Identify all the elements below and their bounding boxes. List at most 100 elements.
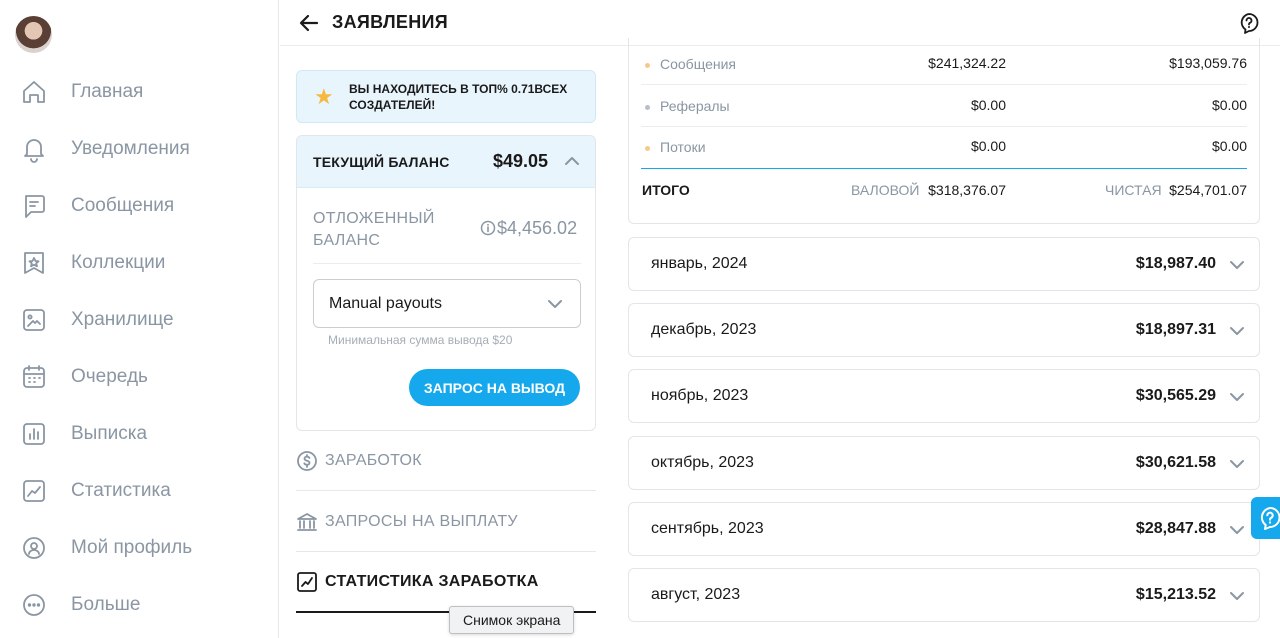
withdraw-request-button[interactable]: ЗАПРОС НА ВЫВОД [409,369,580,406]
chevron-down-icon[interactable] [1228,388,1246,406]
dollar-icon [296,450,318,472]
month-name: ноябрь, 2023 [651,387,749,404]
profile-icon [20,534,48,562]
summary-row-net: $0.00 [1211,97,1247,113]
line-chart-icon [296,571,318,593]
month-name: август, 2023 [651,586,741,603]
sidebar-item-queue[interactable]: Очередь [0,348,279,405]
more-icon [20,591,48,619]
summary-row-gross: $241,324.22 [928,55,1006,71]
summary-row-name: Сообщения [660,56,736,72]
top-creator-badge: ★ ВЫ НАХОДИТЕСЬ В ТОП% 0.71ВСЕХ СОЗДАТЕЛ… [296,70,596,123]
month-row[interactable]: ноябрь, 2023 $30,565.29 [628,369,1260,423]
payout-requests-label: ЗАПРОСЫ НА ВЫПЛАТУ [325,512,518,530]
earnings-stats-label: СТАТИСТИКА ЗАРАБОТКА [325,573,539,590]
month-amount: $30,621.58 [1135,454,1216,471]
pending-balance-value: $4,456.02 [497,218,578,238]
payout-requests-link[interactable]: ЗАПРОСЫ НА ВЫПЛАТУ [296,492,596,552]
sidebar-item-label: Главная [71,80,144,102]
summary-row: Сообщения $241,324.22 $193,059.76 [641,44,1247,85]
earnings-label: ЗАРАБОТОК [325,451,422,469]
sidebar-item-home[interactable]: Главная [0,63,279,120]
sidebar-item-label: Сообщения [71,194,175,216]
sidebar-item-profile[interactable]: Мой профиль [0,519,279,576]
sidebar-item-notifications[interactable]: Уведомления [0,120,279,177]
summary-total-row: ИТОГО ВАЛОВОЙ $318,376.07 ЧИСТАЯ $254,70… [641,168,1247,208]
payout-mode-select[interactable]: Manual payouts [313,279,581,328]
sidebar: Главная Уведомления Сообщения Коллекции … [0,0,279,638]
bell-icon [20,135,48,163]
divider [313,263,581,264]
month-row[interactable]: август, 2023 $15,213.52 [628,568,1260,622]
help-icon[interactable] [1238,12,1260,34]
screenshot-tooltip: Снимок экрана [449,606,575,634]
month-row[interactable]: октябрь, 2023 $30,621.58 [628,436,1260,490]
month-name: октябрь, 2023 [651,454,754,471]
balance-card: ТЕКУЩИЙ БАЛАНС $49.05 ОТЛОЖЕННЫЙ БАЛАНС … [296,135,596,431]
message-icon [20,192,48,220]
month-amount: $18,987.40 [1135,255,1216,272]
sidebar-item-label: Коллекции [71,251,166,273]
sidebar-item-statements[interactable]: Выписка [0,405,279,462]
summary-row-name: Потоки [660,139,706,155]
summary-row: Рефералы $0.00 $0.00 [641,86,1247,127]
row-dot [645,105,650,110]
calendar-icon [20,363,48,391]
chevron-down-icon[interactable] [1228,521,1246,539]
month-amount: $15,213.52 [1135,586,1216,603]
payout-mode-value: Manual payouts [329,295,442,312]
line-chart-icon [20,477,48,505]
sidebar-item-vault[interactable]: Хранилище [0,291,279,348]
net-label: ЧИСТАЯ [1105,182,1162,198]
bar-chart-icon [20,420,48,448]
month-name: декабрь, 2023 [651,321,757,338]
page-title: ЗАЯВЛЕНИЯ [332,12,448,32]
sidebar-item-label: Хранилище [71,308,174,330]
row-dot [645,63,650,68]
image-icon [20,306,48,334]
earnings-link[interactable]: ЗАРАБОТОК [296,431,596,491]
help-chat-icon [1260,507,1280,530]
sidebar-item-collections[interactable]: Коллекции [0,234,279,291]
summary-row-net: $193,059.76 [1169,55,1247,71]
earnings-stats-link[interactable]: СТАТИСТИКА ЗАРАБОТКА [296,553,596,613]
current-balance-value: $49.05 [493,151,549,171]
summary-row-name: Рефералы [660,98,730,114]
summary-row-net: $0.00 [1211,138,1247,154]
pending-balance-label: ОТЛОЖЕННЫЙ БАЛАНС [313,210,435,249]
sidebar-item-label: Выписка [71,422,148,444]
current-balance-label: ТЕКУЩИЙ БАЛАНС [313,154,450,170]
star-icon: ★ [314,84,334,109]
month-row[interactable]: сентябрь, 2023 $28,847.88 [628,502,1260,556]
sidebar-item-more[interactable]: Больше [0,576,279,633]
month-amount: $30,565.29 [1135,387,1216,404]
sidebar-item-label: Статистика [71,479,171,501]
chevron-up-icon[interactable] [563,152,581,170]
min-withdrawal-note: Минимальная сумма вывода $20 [328,333,513,347]
avatar[interactable] [15,16,52,53]
month-name: сентябрь, 2023 [651,520,764,537]
month-row[interactable]: январь, 2024 $18,987.40 [628,237,1260,291]
summary-row-gross: $0.00 [970,97,1006,113]
sidebar-item-messages[interactable]: Сообщения [0,177,279,234]
sidebar-item-label: Больше [71,593,141,615]
chevron-down-icon[interactable] [1228,322,1246,340]
gross-total: $318,376.07 [928,182,1006,198]
month-row[interactable]: декабрь, 2023 $18,897.31 [628,303,1260,357]
info-icon[interactable] [480,220,496,236]
chevron-down-icon[interactable] [1228,587,1246,605]
row-dot [645,146,650,151]
chevron-down-icon[interactable] [1228,256,1246,274]
back-arrow-icon[interactable] [297,11,321,35]
floating-help-button[interactable] [1251,497,1280,539]
chevron-down-icon[interactable] [1228,455,1246,473]
summary-row-gross: $0.00 [970,138,1006,154]
bookmark-icon [20,249,48,277]
net-total: $254,701.07 [1169,182,1247,198]
sidebar-item-statistics[interactable]: Статистика [0,462,279,519]
current-balance-header[interactable]: ТЕКУЩИЙ БАЛАНС $49.05 [297,136,595,188]
summary-row: Потоки $0.00 $0.00 [641,127,1247,168]
sidebar-item-label: Очередь [71,365,148,387]
bank-icon [296,511,318,533]
month-amount: $28,847.88 [1135,520,1216,537]
